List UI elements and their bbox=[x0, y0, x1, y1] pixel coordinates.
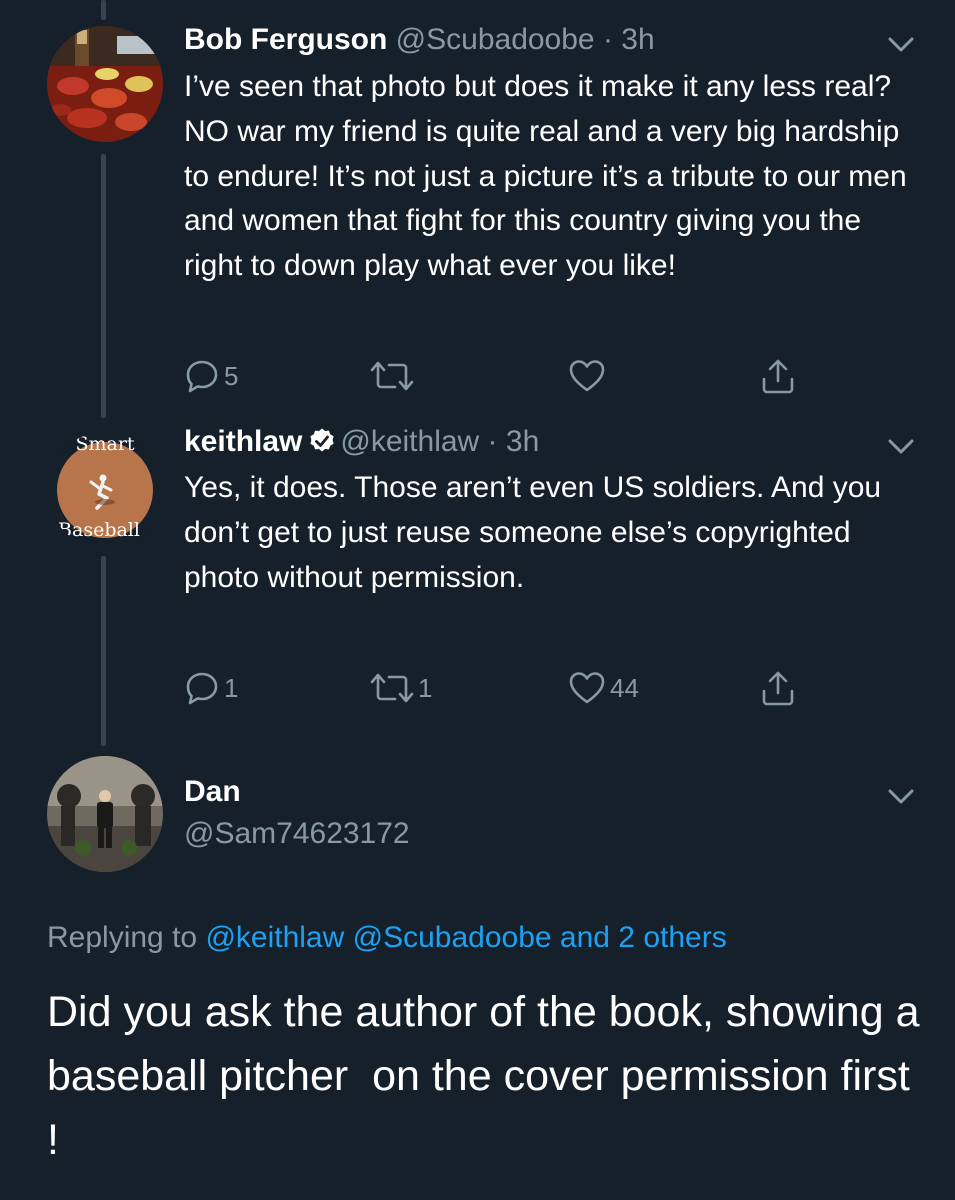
reply-button[interactable]: 1 bbox=[184, 668, 238, 708]
avatar-book-title-top: Smart bbox=[75, 433, 134, 455]
heart-icon bbox=[569, 360, 605, 392]
like-button[interactable] bbox=[568, 356, 610, 396]
separator-dot: · bbox=[479, 425, 506, 458]
retweet-icon bbox=[370, 361, 414, 391]
thread-line-top bbox=[101, 0, 106, 20]
tweet-1-actions: 5 bbox=[184, 356, 804, 396]
avatar-book-title-bottom: Baseball bbox=[58, 519, 140, 541]
avatar-dan[interactable] bbox=[47, 756, 163, 872]
reply-button[interactable]: 5 bbox=[184, 356, 238, 396]
mention-link[interactable]: @keithlaw bbox=[205, 921, 344, 954]
like-count: 44 bbox=[610, 672, 639, 703]
share-icon bbox=[762, 359, 794, 394]
tweet-thread: Bob Ferguson @Scubadoobe · 3h I’ve seen … bbox=[0, 0, 955, 1200]
retweet-count: 1 bbox=[418, 672, 433, 703]
focused-author-handle-row: @Sam74623172 bbox=[184, 816, 410, 852]
timestamp[interactable]: 3h bbox=[506, 425, 539, 458]
author-name[interactable]: Bob Ferguson bbox=[184, 23, 387, 56]
like-button[interactable]: 44 bbox=[568, 668, 639, 708]
replying-to-line: Replying to @keithlaw @Scubadoobe and 2 … bbox=[47, 918, 727, 958]
share-button[interactable] bbox=[760, 668, 796, 708]
share-icon bbox=[762, 671, 794, 706]
others-link[interactable]: and 2 others bbox=[560, 921, 727, 954]
thread-line-2 bbox=[101, 556, 106, 746]
tweet-1-text: I’ve seen that photo but does it make it… bbox=[184, 70, 907, 283]
author-name[interactable]: Dan bbox=[184, 775, 241, 808]
chevron-down-icon[interactable] bbox=[887, 788, 915, 806]
author-handle[interactable]: @keithlaw bbox=[340, 425, 479, 458]
chevron-down-icon[interactable] bbox=[887, 438, 915, 456]
retweet-icon bbox=[370, 673, 414, 703]
author-handle[interactable]: @Scubadoobe bbox=[396, 23, 595, 56]
reply-icon bbox=[186, 672, 218, 705]
timestamp[interactable]: 3h bbox=[621, 23, 654, 56]
focused-tweet-text: Did you ask the author of the book, show… bbox=[47, 988, 932, 1164]
tweet-1-header: Bob Ferguson @Scubadoobe · 3h bbox=[184, 22, 655, 58]
retweet-button[interactable] bbox=[370, 356, 418, 396]
author-name[interactable]: keithlaw bbox=[184, 425, 302, 458]
author-handle[interactable]: @Sam74623172 bbox=[184, 817, 410, 850]
tweet-2-text: Yes, it does. Those aren’t even US soldi… bbox=[184, 471, 882, 594]
thread-line-1 bbox=[101, 154, 106, 418]
reply-count: 5 bbox=[224, 360, 239, 391]
avatar-keithlaw[interactable]: Smart Baseball bbox=[47, 432, 163, 548]
replying-to-label: Replying to bbox=[47, 921, 198, 954]
share-button[interactable] bbox=[760, 356, 796, 396]
heart-icon bbox=[569, 672, 605, 704]
focused-author-name[interactable]: Dan bbox=[184, 774, 241, 810]
reply-icon bbox=[186, 360, 218, 393]
avatar-bob-ferguson[interactable] bbox=[47, 26, 163, 142]
tweet-2-actions: 1 1 44 bbox=[184, 668, 804, 708]
verified-badge-icon bbox=[310, 428, 334, 452]
retweet-button[interactable]: 1 bbox=[370, 668, 432, 708]
reply-count: 1 bbox=[224, 672, 239, 703]
mention-link[interactable]: @Scubadoobe bbox=[353, 921, 552, 954]
separator-dot: · bbox=[594, 23, 622, 56]
chevron-down-icon[interactable] bbox=[887, 36, 915, 54]
tweet-2-header: keithlaw @keithlaw · 3h bbox=[184, 424, 539, 460]
